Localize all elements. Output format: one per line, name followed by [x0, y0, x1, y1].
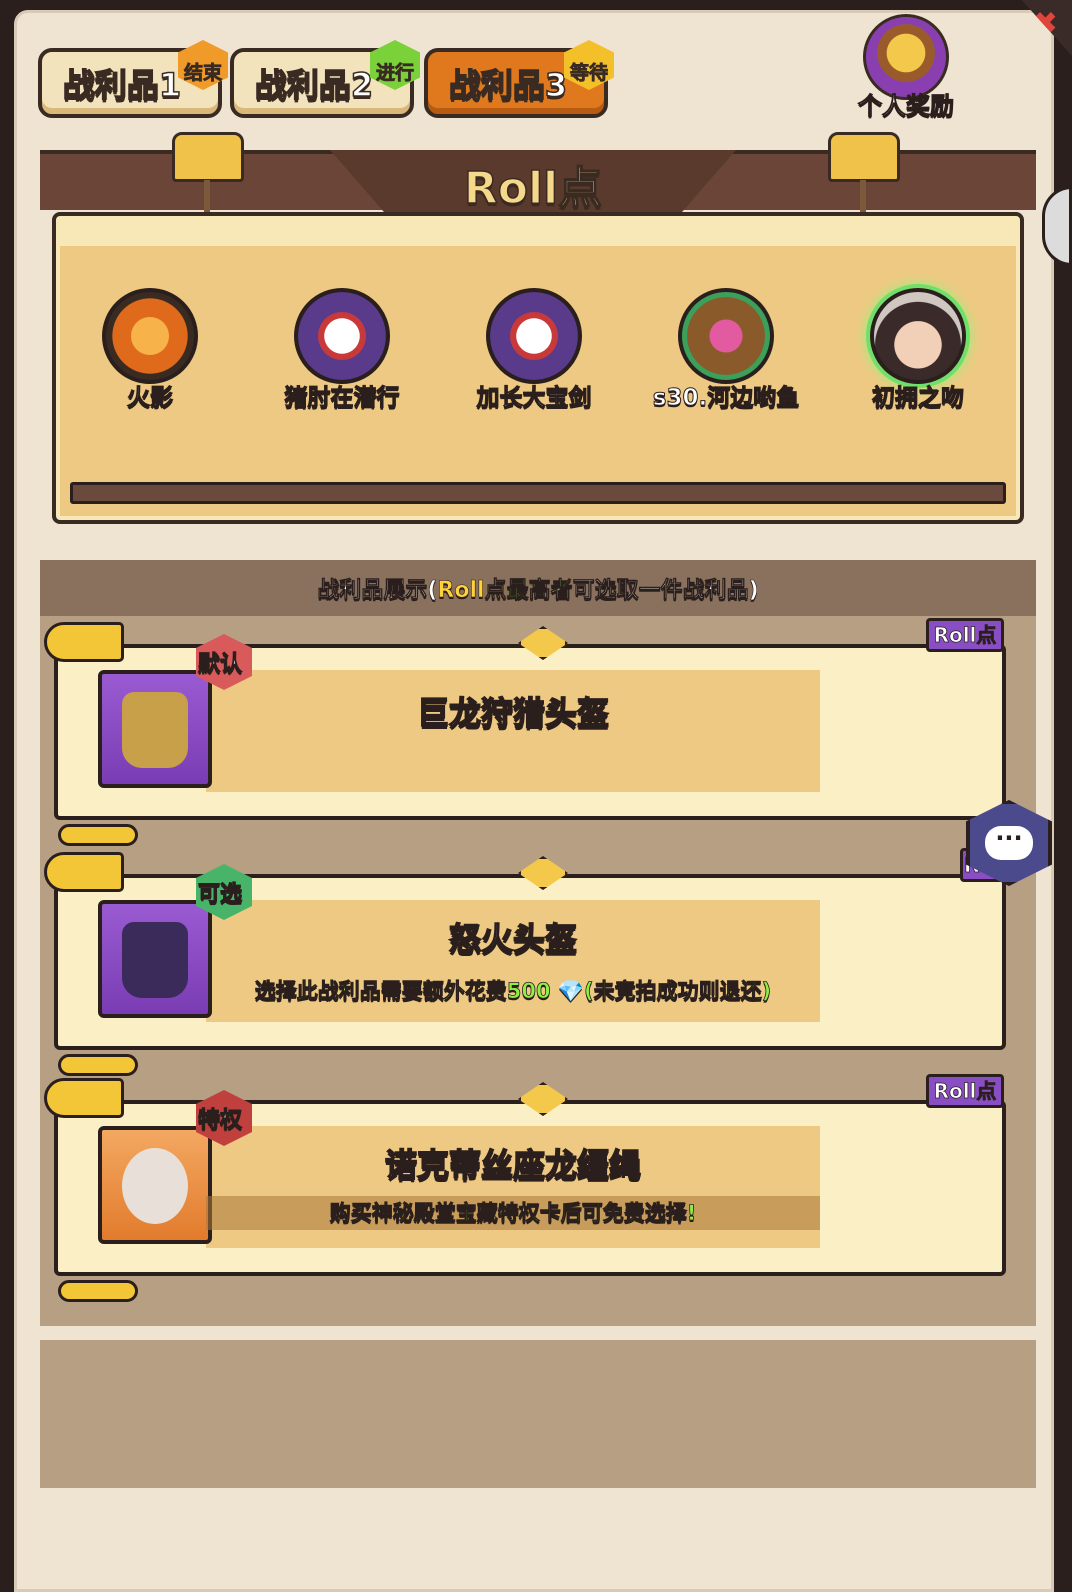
dragon-helmet-icon	[98, 670, 212, 788]
bell-icon	[828, 132, 900, 182]
dragon-ornament-icon	[44, 1078, 124, 1118]
player-slot[interactable]: s30.河边哟鱼	[636, 288, 816, 412]
item-note: 选择此战利品需要额外花费500 💎(未竞拍成功则退还)	[254, 979, 772, 1004]
player-slot[interactable]: 加长大宝剑	[444, 288, 624, 412]
gem-ornament-icon	[518, 626, 568, 660]
tab-loot-3[interactable]: 战利品3 等待	[424, 40, 614, 118]
dragon-ornament-icon	[44, 622, 124, 662]
avatar	[486, 288, 582, 384]
dragon-tail-icon	[58, 824, 138, 846]
gem-ornament-icon	[518, 856, 568, 890]
status-label: 默认	[197, 652, 243, 678]
tab-loot-1[interactable]: 战利品1 结束	[38, 40, 228, 118]
tab-label: 战利品1	[62, 65, 182, 105]
personal-reward-label: 个人奖励	[858, 92, 955, 121]
player-name: 加长大宝剑	[476, 385, 592, 412]
dragon-tail-icon	[58, 1280, 138, 1302]
tab-label: 战利品3	[448, 65, 568, 105]
avatar	[102, 288, 198, 384]
loot-item-card[interactable]: Roll点 默认 巨龙狩猎头盔	[44, 618, 1006, 846]
item-name: 怒火头盔	[448, 919, 578, 959]
player-name: 初拥之吻	[872, 385, 965, 412]
tab-loot-2[interactable]: 战利品2 进行	[230, 40, 420, 118]
roll-progress-bar	[70, 482, 1006, 504]
chat-bubble-icon: ···	[985, 826, 1033, 860]
avatar	[678, 288, 774, 384]
player-slot[interactable]: 火影	[60, 288, 240, 412]
bell-icon	[172, 132, 244, 182]
fury-helmet-icon	[98, 900, 212, 1018]
dragon-reins-icon	[98, 1126, 212, 1244]
item-name: 巨龙狩猎头盔	[416, 693, 610, 733]
loot-item-card[interactable]: Roll点 特权 诺克蒂丝座龙缰绳 购买神秘殿堂宝藏特权卡后可免费选择!	[44, 1074, 1006, 1302]
item-note: 购买神秘殿堂宝藏特权卡后可免费选择!	[206, 1196, 820, 1230]
dragon-ornament-icon	[44, 852, 124, 892]
item-name: 诺克蒂丝座龙缰绳	[384, 1145, 642, 1185]
roll-title: Roll点	[463, 162, 603, 215]
player-name: s30.河边哟鱼	[652, 385, 800, 412]
roll-tag: Roll点	[926, 1074, 1004, 1108]
gem-ornament-icon	[518, 1082, 568, 1116]
status-label: 可选	[197, 882, 243, 908]
avatar	[870, 288, 966, 384]
tab-label: 战利品2	[254, 65, 374, 105]
dragon-tail-icon	[58, 1054, 138, 1076]
loot-display: 战利品展示(Roll点 最高者 可选取一件战利品) Roll点 默认 巨龙狩猎头盔 …	[40, 560, 1036, 1326]
player-name: 猪肘在潜行	[284, 385, 400, 412]
loot-header: 战利品展示(Roll点 最高者 可选取一件战利品)	[40, 560, 1036, 616]
avatar	[294, 288, 390, 384]
status-label: 特权	[197, 1108, 243, 1134]
roll-tag: Roll点	[926, 618, 1004, 652]
player-slot[interactable]: 初拥之吻	[828, 288, 1008, 412]
roll-board: 火影 猪肘在潜行 加长大宝剑 s30.河边哟鱼 初拥之吻	[52, 212, 1024, 524]
personal-reward-button[interactable]: 个人奖励	[846, 14, 966, 124]
bottom-panel	[40, 1340, 1036, 1488]
player-slot[interactable]: 猪肘在潜行	[252, 288, 432, 412]
loot-item-card[interactable]: Rol 可选 怒火头盔 选择此战利品需要额外花费500 💎(未竞拍成功则退还)	[44, 848, 1006, 1076]
player-name: 火影	[127, 385, 174, 412]
